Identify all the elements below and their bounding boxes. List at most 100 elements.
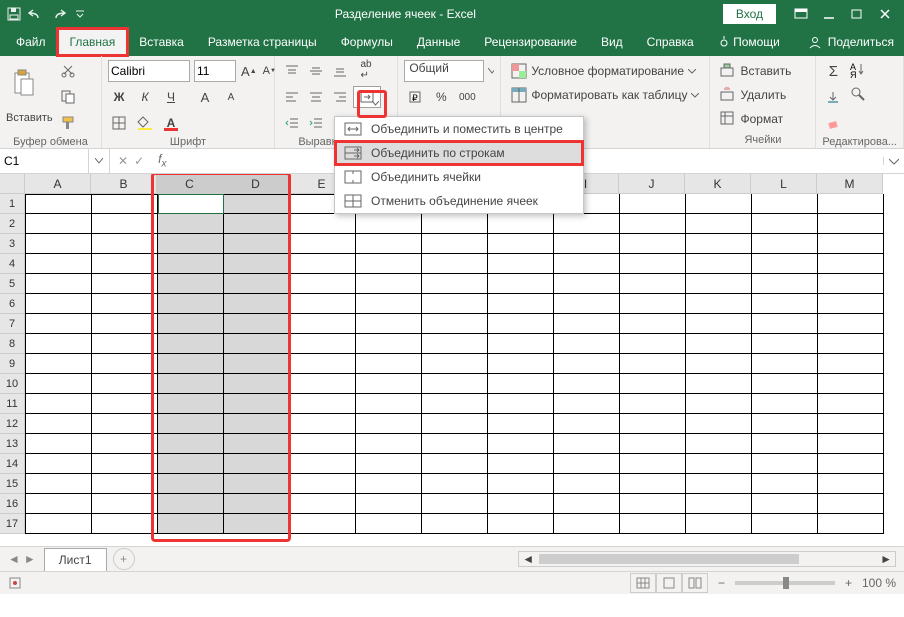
fill-color-icon[interactable]	[134, 112, 156, 134]
cell[interactable]	[686, 194, 752, 214]
undo-icon[interactable]	[28, 6, 44, 22]
cell[interactable]	[620, 294, 686, 314]
expand-formula-bar-icon[interactable]	[883, 157, 904, 165]
cell[interactable]	[752, 334, 818, 354]
cell[interactable]	[488, 234, 554, 254]
cell[interactable]	[158, 374, 224, 394]
cell[interactable]	[422, 514, 488, 534]
row-header[interactable]: 4	[0, 254, 25, 274]
font-decrease-icon[interactable]: A	[220, 86, 242, 108]
cell[interactable]	[356, 474, 422, 494]
cell[interactable]	[620, 354, 686, 374]
tab-file[interactable]: Файл	[4, 29, 58, 55]
cell[interactable]	[290, 494, 356, 514]
cell[interactable]	[752, 314, 818, 334]
row-header[interactable]: 8	[0, 334, 25, 354]
align-center-icon[interactable]	[305, 86, 327, 108]
cell[interactable]	[422, 374, 488, 394]
cell[interactable]	[752, 414, 818, 434]
row-header[interactable]: 5	[0, 274, 25, 294]
unmerge-item[interactable]: Отменить объединение ячеек	[335, 189, 583, 213]
tab-view[interactable]: Вид	[589, 29, 635, 55]
record-macro-icon[interactable]	[8, 576, 22, 590]
cell[interactable]	[818, 514, 884, 534]
cell[interactable]	[488, 334, 554, 354]
cell[interactable]	[158, 474, 224, 494]
cell[interactable]	[488, 314, 554, 334]
cell[interactable]	[818, 354, 884, 374]
sign-in-button[interactable]: Вход	[723, 4, 776, 24]
cell[interactable]	[752, 454, 818, 474]
cell[interactable]	[686, 414, 752, 434]
ribbon-options-icon[interactable]	[788, 4, 814, 24]
cell[interactable]	[290, 374, 356, 394]
cell[interactable]	[488, 434, 554, 454]
cell[interactable]	[488, 494, 554, 514]
sheet-nav-prev-icon[interactable]: ◄	[8, 552, 20, 566]
cell[interactable]	[290, 334, 356, 354]
cell[interactable]	[422, 414, 488, 434]
cell[interactable]	[488, 274, 554, 294]
cell[interactable]	[818, 254, 884, 274]
format-as-table-button[interactable]: Форматировать как таблицу	[507, 84, 703, 106]
cell[interactable]	[25, 254, 92, 274]
cell[interactable]	[554, 214, 620, 234]
row-header[interactable]: 9	[0, 354, 25, 374]
cell[interactable]	[224, 474, 290, 494]
row-header[interactable]: 3	[0, 234, 25, 254]
cell[interactable]	[818, 214, 884, 234]
cell[interactable]	[25, 394, 92, 414]
cell[interactable]	[686, 214, 752, 234]
cell[interactable]	[686, 394, 752, 414]
maximize-icon[interactable]	[844, 4, 870, 24]
tab-help[interactable]: Справка	[635, 29, 706, 55]
cell[interactable]	[818, 434, 884, 454]
cell[interactable]	[686, 474, 752, 494]
cell[interactable]	[422, 274, 488, 294]
minimize-icon[interactable]	[816, 4, 842, 24]
align-left-icon[interactable]	[281, 86, 303, 108]
cell[interactable]	[422, 254, 488, 274]
cell[interactable]	[224, 254, 290, 274]
cell[interactable]	[620, 234, 686, 254]
cell[interactable]	[488, 374, 554, 394]
cell[interactable]	[224, 314, 290, 334]
decrease-indent-icon[interactable]	[281, 112, 303, 134]
cell[interactable]	[752, 294, 818, 314]
cell[interactable]	[92, 514, 158, 534]
fx-label[interactable]: fx	[152, 152, 172, 169]
cell[interactable]	[752, 194, 818, 214]
column-header[interactable]: M	[817, 174, 883, 194]
cell[interactable]	[554, 234, 620, 254]
font-size-combo[interactable]	[194, 60, 236, 82]
cell[interactable]	[422, 314, 488, 334]
cell[interactable]	[752, 514, 818, 534]
merge-center-item[interactable]: Объединить и поместить в центре	[335, 117, 583, 141]
cell[interactable]	[620, 434, 686, 454]
cell[interactable]	[224, 494, 290, 514]
merge-across-item[interactable]: Объединить по строкам	[335, 141, 583, 165]
sort-filter-icon[interactable]: AЯ	[848, 60, 868, 80]
cell[interactable]	[158, 394, 224, 414]
cell[interactable]	[356, 514, 422, 534]
cell[interactable]	[25, 214, 92, 234]
cell[interactable]	[158, 294, 224, 314]
cell[interactable]	[818, 474, 884, 494]
cell[interactable]	[818, 494, 884, 514]
cell[interactable]	[422, 354, 488, 374]
increase-font-icon[interactable]: A▲	[240, 60, 258, 82]
add-sheet-button[interactable]: +	[113, 548, 135, 570]
cell[interactable]	[158, 514, 224, 534]
tab-review[interactable]: Рецензирование	[472, 29, 589, 55]
cell[interactable]	[620, 514, 686, 534]
cell[interactable]	[356, 394, 422, 414]
cell[interactable]	[818, 294, 884, 314]
cell[interactable]	[25, 194, 92, 214]
cell[interactable]	[92, 294, 158, 314]
cell[interactable]	[25, 314, 92, 334]
cell[interactable]	[92, 374, 158, 394]
cell[interactable]	[356, 274, 422, 294]
cell[interactable]	[686, 234, 752, 254]
font-family-combo[interactable]	[108, 60, 190, 82]
cell[interactable]	[290, 514, 356, 534]
